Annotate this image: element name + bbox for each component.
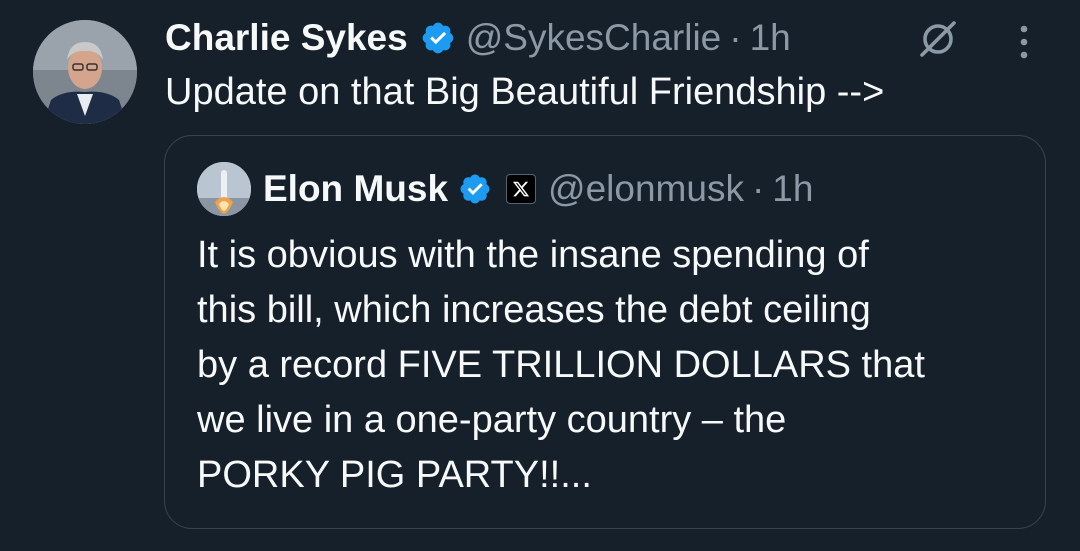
avatar-photo [33,20,137,124]
grok-icon[interactable] [914,15,962,63]
x-logo-icon [506,174,537,204]
tweet-timestamp[interactable]: 1h [750,17,791,59]
author-avatar[interactable] [33,20,137,124]
tweet-header: Charlie Sykes @SykesCharlie · 1h [165,10,791,66]
dot-separator: · [729,17,742,58]
quoted-tweet-card[interactable]: Elon Musk @elonmusk · 1h It is obvious w… [164,135,1046,529]
verified-badge-icon [422,22,454,54]
quoted-author-name[interactable]: Elon Musk [263,168,448,210]
verified-badge-icon [460,174,490,204]
tweet-text: Update on that Big Beautiful Friendship … [165,71,885,113]
quoted-tweet-text: It is obvious with the insane spending o… [197,234,925,496]
quoted-author-handle[interactable]: @elonmusk [548,168,744,210]
author-handle[interactable]: @SykesCharlie [466,17,722,59]
more-options-icon[interactable] [1014,22,1034,62]
author-name[interactable]: Charlie Sykes [165,17,408,59]
dot-separator: · [751,168,765,209]
quoted-author-avatar[interactable] [197,162,251,216]
quoted-tweet-header: Elon Musk @elonmusk · 1h [263,160,813,218]
rocket-launch-image [197,162,251,216]
quoted-tweet-timestamp[interactable]: 1h [772,168,813,210]
